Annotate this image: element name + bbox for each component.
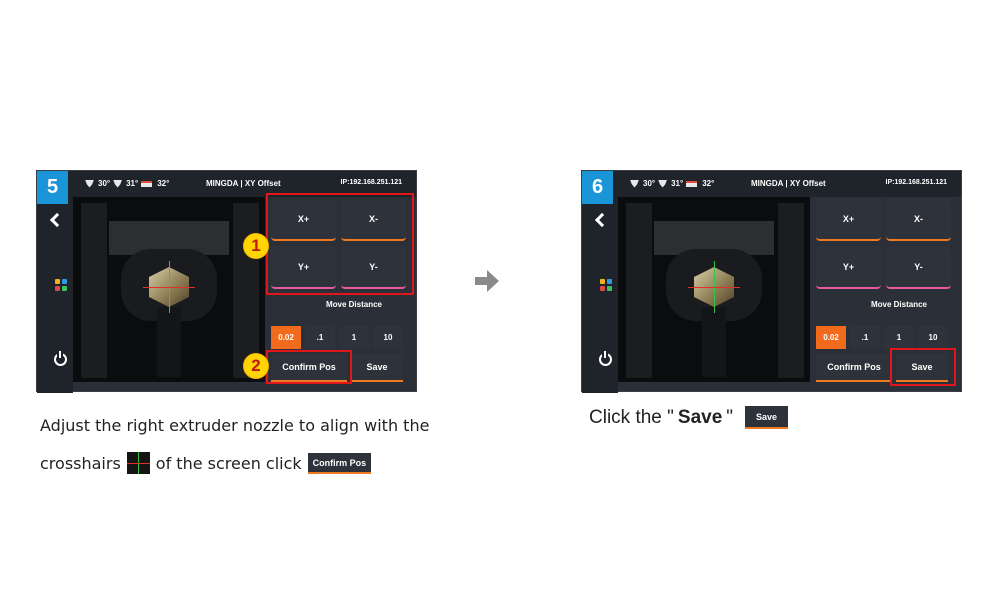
app-grid-icon[interactable] [55, 279, 67, 291]
caption-text: Click the " [589, 406, 674, 428]
step-5-screenshot: 30° 31° 32° MINGDA | XY Offset IP:192.16… [36, 170, 417, 393]
nozzle-left-temp: 30° [98, 179, 111, 188]
caption-text: of the screen click [155, 453, 302, 473]
bed-temp: 32° [702, 179, 715, 188]
camera-view [618, 197, 810, 382]
nozzle-temp-icon [630, 179, 639, 188]
move-distance-label: Move Distance [325, 300, 383, 309]
distance-option-0-02[interactable]: 0.02 [816, 326, 846, 349]
distance-option-0-1[interactable]: .1 [305, 326, 335, 349]
nozzle-right-temp: 31° [671, 179, 684, 188]
callout-marker-1: 1 [243, 233, 269, 259]
save-button-illustration: Save [745, 406, 789, 429]
crosshair-icon [126, 452, 150, 474]
bed-temp-icon [141, 180, 153, 187]
distance-option-1[interactable]: 1 [339, 326, 369, 349]
nozzle-right-temp: 31° [126, 179, 139, 188]
callout-marker-2: 2 [243, 353, 269, 379]
ip-address: IP:192.168.251.121 [340, 179, 403, 186]
y-minus-button[interactable]: Y- [886, 246, 951, 289]
temperature-readouts: 30° 31° 32° [85, 179, 169, 188]
step-number-badge: 5 [37, 171, 68, 204]
caption-text: crosshairs [40, 453, 121, 473]
bed-temp: 32° [157, 179, 170, 188]
side-rail [582, 197, 618, 393]
step-5-instruction-line-1: Adjust the right extruder nozzle to alig… [40, 416, 430, 435]
y-plus-button[interactable]: Y+ [816, 246, 881, 289]
caption-save-emphasis: Save [677, 406, 723, 428]
highlight-xy-buttons [266, 193, 414, 295]
move-distance-label: Move Distance [870, 300, 928, 309]
step-number-badge: 6 [582, 171, 613, 204]
crosshair-horizontal [143, 287, 195, 288]
ip-address: IP:192.168.251.121 [885, 179, 948, 186]
crosshair-horizontal [688, 287, 740, 288]
save-button[interactable]: Save [351, 354, 403, 382]
bed-temp-icon [686, 180, 698, 187]
highlight-save-button [890, 348, 956, 386]
screen-title: MINGDA | XY Offset [751, 179, 826, 188]
back-icon[interactable] [49, 212, 65, 228]
distance-option-10[interactable]: 10 [373, 326, 403, 349]
step-6-instruction: Click the " Save " Save [589, 406, 789, 429]
caption-text: " [726, 406, 734, 428]
distance-option-0-02[interactable]: 0.02 [271, 326, 301, 349]
side-rail [37, 197, 73, 393]
temperature-readouts: 30° 31° 32° [630, 179, 714, 188]
distance-option-1[interactable]: 1 [884, 326, 914, 349]
nozzle-temp-icon [658, 179, 668, 188]
distance-option-10[interactable]: 10 [918, 326, 948, 349]
nozzle-temp-icon [113, 179, 123, 188]
x-plus-button[interactable]: X+ [816, 198, 881, 241]
app-grid-icon[interactable] [600, 279, 612, 291]
camera-view [73, 197, 265, 382]
step-6-screenshot: 30° 31° 32° MINGDA | XY Offset IP:192.16… [581, 170, 962, 393]
distance-option-0-1[interactable]: .1 [850, 326, 880, 349]
right-arrow-icon [475, 270, 499, 292]
status-bar: 30° 31° 32° MINGDA | XY Offset IP:192.16… [582, 171, 961, 197]
screen-title: MINGDA | XY Offset [206, 179, 281, 188]
power-icon[interactable] [54, 351, 67, 366]
x-minus-button[interactable]: X- [886, 198, 951, 241]
step-5-instruction-line-2: crosshairs of the screen click Confirm P… [40, 452, 372, 474]
confirm-pos-button-illustration: Confirm Pos [307, 452, 372, 474]
nozzle-temp-icon [85, 179, 94, 188]
confirm-pos-button[interactable]: Confirm Pos [816, 354, 892, 382]
back-icon[interactable] [594, 212, 610, 228]
power-icon[interactable] [599, 351, 612, 366]
nozzle-left-temp: 30° [643, 179, 656, 188]
highlight-confirm-pos [266, 350, 352, 384]
